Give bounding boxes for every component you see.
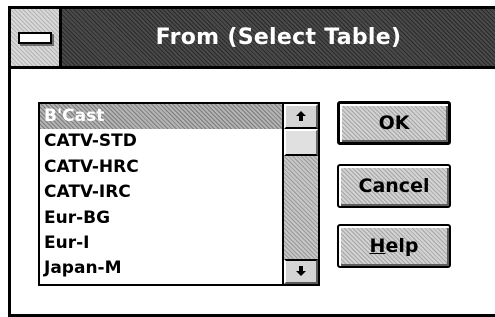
list-item[interactable]: B'Cast	[40, 104, 282, 130]
dialog-title: From (Select Table)	[155, 25, 402, 50]
scroll-down-button[interactable]	[284, 259, 318, 284]
list-item[interactable]: Japan-M	[40, 256, 282, 281]
cancel-button[interactable]: Cancel	[337, 164, 451, 208]
scroll-thumb[interactable]	[284, 129, 318, 156]
help-mnemonic: H	[369, 235, 386, 257]
table-listbox[interactable]: B'Cast CATV-STD CATV-HRC CATV-IRC Eur-BG…	[38, 102, 320, 286]
ok-button[interactable]: OK	[337, 101, 451, 145]
system-menu-button[interactable]	[11, 9, 62, 66]
up-arrow-icon	[296, 111, 306, 121]
vertical-scrollbar[interactable]	[282, 104, 318, 284]
list-item[interactable]: CATV-IRC	[40, 180, 282, 205]
list-item[interactable]: Eur-I	[40, 231, 282, 256]
list-item[interactable]: CATV-HRC	[40, 155, 282, 180]
help-button[interactable]: Help	[337, 224, 451, 268]
scroll-up-button[interactable]	[284, 104, 318, 129]
help-label-rest: elp	[385, 235, 419, 257]
select-table-dialog: From (Select Table) B'Cast CATV-STD CATV…	[8, 6, 495, 317]
title-bar[interactable]: From (Select Table)	[11, 9, 495, 69]
table-list-items: B'Cast CATV-STD CATV-HRC CATV-IRC Eur-BG…	[40, 104, 282, 284]
list-item[interactable]: CATV-STD	[40, 129, 282, 154]
system-menu-icon	[18, 32, 52, 44]
list-item[interactable]: Eur-BG	[40, 206, 282, 231]
down-arrow-icon	[296, 266, 306, 276]
